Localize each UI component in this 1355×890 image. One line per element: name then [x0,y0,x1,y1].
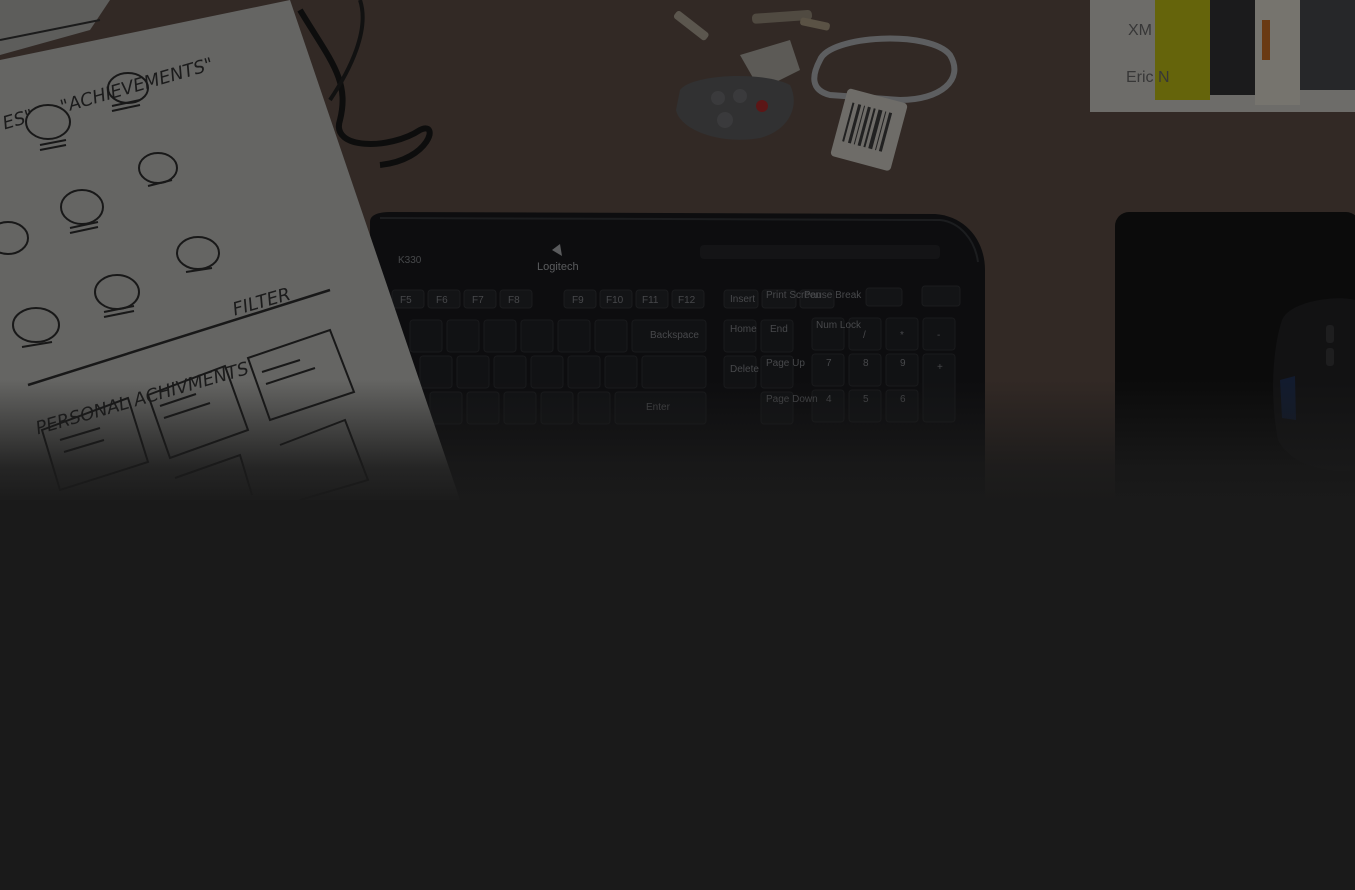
desk-photo: XM Eric N K330 Logitech F5 F6 F7 F8 F9 F… [0,0,1355,500]
dark-content-area [0,500,1355,890]
photo-dim-overlay [0,0,1355,500]
desk-photo-svg: XM Eric N K330 Logitech F5 F6 F7 F8 F9 F… [0,0,1355,500]
